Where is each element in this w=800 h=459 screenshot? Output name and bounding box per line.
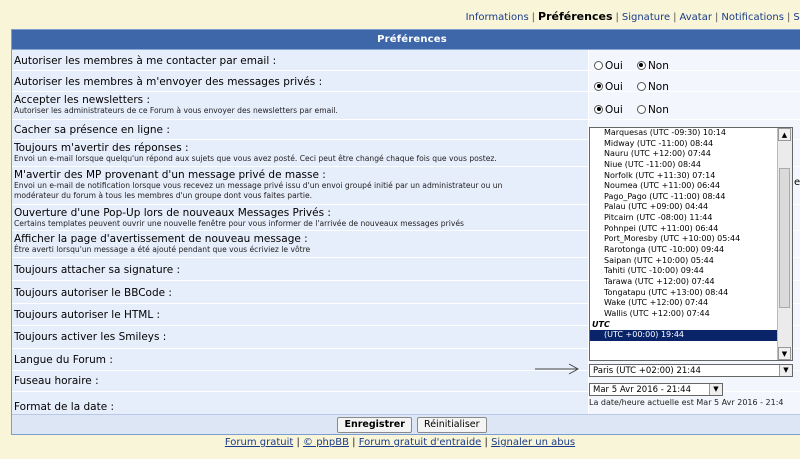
radio-pm-non[interactable]: Non xyxy=(636,81,669,93)
pref-label: Langue du Forum : xyxy=(14,354,113,366)
timezone-option[interactable]: Norfolk (UTC +11:30) 07:14 xyxy=(590,171,778,182)
radio-dot[interactable] xyxy=(636,60,646,70)
pref-description: Être averti lorsqu'un message a été ajou… xyxy=(14,245,311,254)
radio-pm-oui[interactable]: Oui xyxy=(594,81,623,93)
pointer-arrow-icon xyxy=(535,363,580,375)
tab-signature[interactable]: Signature xyxy=(622,12,670,23)
timezone-option[interactable]: Port_Moresby (UTC +10:00) 05:44 xyxy=(590,234,778,245)
timezone-dropdown-list[interactable]: Marquesas (UTC -09:30) 10:14 Midway (UTC… xyxy=(589,127,793,361)
pref-label: Autoriser les membres à me contacter par… xyxy=(14,55,277,67)
timezone-select[interactable]: Paris (UTC +02:00) 21:44 ▼ xyxy=(589,364,793,377)
timezone-option[interactable]: Pago_Pago (UTC -11:00) 08:44 xyxy=(590,192,778,203)
timezone-option[interactable]: Nauru (UTC +12:00) 07:44 xyxy=(590,149,778,160)
chevron-down-icon[interactable]: ▼ xyxy=(779,365,792,376)
pref-description: Certains templates peuvent ouvrir une no… xyxy=(14,219,464,228)
radio-dot[interactable] xyxy=(636,104,646,114)
radio-dot[interactable] xyxy=(594,60,603,70)
scroll-up-icon[interactable]: ▲ xyxy=(778,128,791,141)
radio-contact-email-non[interactable]: Non xyxy=(636,60,669,72)
tab-informations[interactable]: Informations xyxy=(466,12,529,23)
radio-newsletter-non[interactable]: Non xyxy=(636,104,669,116)
radio-dot[interactable] xyxy=(594,81,603,91)
footer-link-entraide[interactable]: Forum gratuit d'entraide xyxy=(359,437,482,448)
radio-dot[interactable] xyxy=(636,81,646,91)
timezone-option[interactable]: Niue (UTC -11:00) 08:44 xyxy=(590,160,778,171)
scroll-down-icon[interactable]: ▼ xyxy=(778,347,791,360)
pref-description: Envoi un e-mail lorsque quelqu'un répond… xyxy=(14,154,497,163)
timezone-option[interactable]: Tongatapu (UTC +13:00) 08:44 xyxy=(590,288,778,299)
pref-label: Toujours attacher sa signature : xyxy=(14,264,181,276)
profile-tabs: Informations | Préférences | Signature | Avata… xyxy=(466,10,800,26)
timezone-option[interactable]: Rarotonga (UTC -10:00) 09:44 xyxy=(590,245,778,256)
pref-row-private-messages: Autoriser les membres à m'envoyer des me… xyxy=(12,71,800,93)
timezone-option[interactable]: Noumea (UTC +11:00) 06:44 xyxy=(590,181,778,192)
timezone-option[interactable]: Pitcairn (UTC -08:00) 11:44 xyxy=(590,213,778,224)
pref-label: M'avertir des MP provenant d'un message … xyxy=(14,169,326,181)
footer-link-report-abuse[interactable]: Signaler un abus xyxy=(491,437,575,448)
pref-description: modérateur du forum à tous les membres d… xyxy=(14,191,313,200)
pref-label: Format de la date : xyxy=(14,401,115,413)
tab-preferences[interactable]: Préférences xyxy=(538,10,612,23)
form-actions: Enregistrer Réinitialiser xyxy=(12,414,800,434)
timezone-option[interactable]: Palau (UTC +09:00) 04:44 xyxy=(590,202,778,213)
pref-label: Toujours m'avertir des réponses : xyxy=(14,142,189,154)
footer-link-forum-gratuit[interactable]: Forum gratuit xyxy=(225,437,293,448)
tab-avatar[interactable]: Avatar xyxy=(680,12,712,23)
footer-link-phpbb[interactable]: © phpBB xyxy=(303,437,349,448)
radio-newsletter-oui[interactable]: Oui xyxy=(594,104,623,116)
timezone-option[interactable]: Marquesas (UTC -09:30) 10:14 xyxy=(590,128,778,139)
timezone-option[interactable]: Tahiti (UTC -10:00) 09:44 xyxy=(590,266,778,277)
timezone-option-highlighted[interactable]: (UTC +00:00) 19:44 xyxy=(590,330,778,341)
pref-description: Autoriser les administrateurs de ce Foru… xyxy=(14,106,338,115)
timezone-options: Marquesas (UTC -09:30) 10:14 Midway (UTC… xyxy=(590,128,778,341)
site-footer: Forum gratuit | © phpBB | Forum gratuit … xyxy=(224,437,576,448)
pref-label: Toujours autoriser le BBCode : xyxy=(14,287,172,299)
pref-label: Cacher sa présence en ligne : xyxy=(14,124,170,136)
current-datetime-note: La date/heure actuelle est Mar 5 Avr 201… xyxy=(589,398,784,407)
pref-label: Afficher la page d'avertissement de nouv… xyxy=(14,233,308,245)
timezone-option[interactable]: Pohnpei (UTC +11:00) 06:44 xyxy=(590,224,778,235)
tab-notifications[interactable]: Notifications xyxy=(721,12,784,23)
radio-dot[interactable] xyxy=(594,104,603,114)
reset-button[interactable]: Réinitialiser xyxy=(417,417,487,433)
dropdown-scrollbar[interactable]: ▲ ▼ xyxy=(777,128,792,360)
pref-description: Envoi un e-mail de notification lorsque … xyxy=(14,181,503,190)
scrollbar-thumb[interactable] xyxy=(779,168,790,308)
timezone-option[interactable]: Wallis (UTC +12:00) 07:44 xyxy=(590,309,778,320)
pref-label: Ouverture d'une Pop-Up lors de nouveaux … xyxy=(14,207,331,219)
pref-label: Toujours activer les Smileys : xyxy=(14,331,167,343)
chevron-down-icon[interactable]: ▼ xyxy=(709,384,722,395)
pref-label: Accepter les newsletters : xyxy=(14,94,150,106)
timezone-option[interactable]: Wake (UTC +12:00) 07:44 xyxy=(590,298,778,309)
pref-label: Autoriser les membres à m'envoyer des me… xyxy=(14,76,323,88)
panel-title: Préférences xyxy=(12,30,800,50)
pref-row-contact-email: Autoriser les membres à me contacter par… xyxy=(12,50,800,72)
tab-more[interactable]: Su xyxy=(793,12,800,23)
timezone-group-label: UTC xyxy=(592,319,610,329)
clipped-text: ed xyxy=(794,177,800,188)
profile-preferences-page: Informations | Préférences | Signature | Avata… xyxy=(0,0,800,459)
timezone-option[interactable]: Midway (UTC -11:00) 08:44 xyxy=(590,139,778,150)
timezone-option[interactable]: Tarawa (UTC +12:00) 07:44 xyxy=(590,277,778,288)
radio-contact-email-oui[interactable]: Oui xyxy=(594,60,623,72)
timezone-option[interactable]: Saipan (UTC +10:00) 05:44 xyxy=(590,256,778,267)
pref-label: Fuseau horaire : xyxy=(14,375,99,387)
pref-row-newsletters: Accepter les newsletters : Autoriser les … xyxy=(12,92,800,120)
date-format-select[interactable]: Mar 5 Avr 2016 - 21:44 ▼ xyxy=(589,383,723,396)
pref-label: Toujours autoriser le HTML : xyxy=(14,309,161,321)
save-button[interactable]: Enregistrer xyxy=(337,417,412,433)
